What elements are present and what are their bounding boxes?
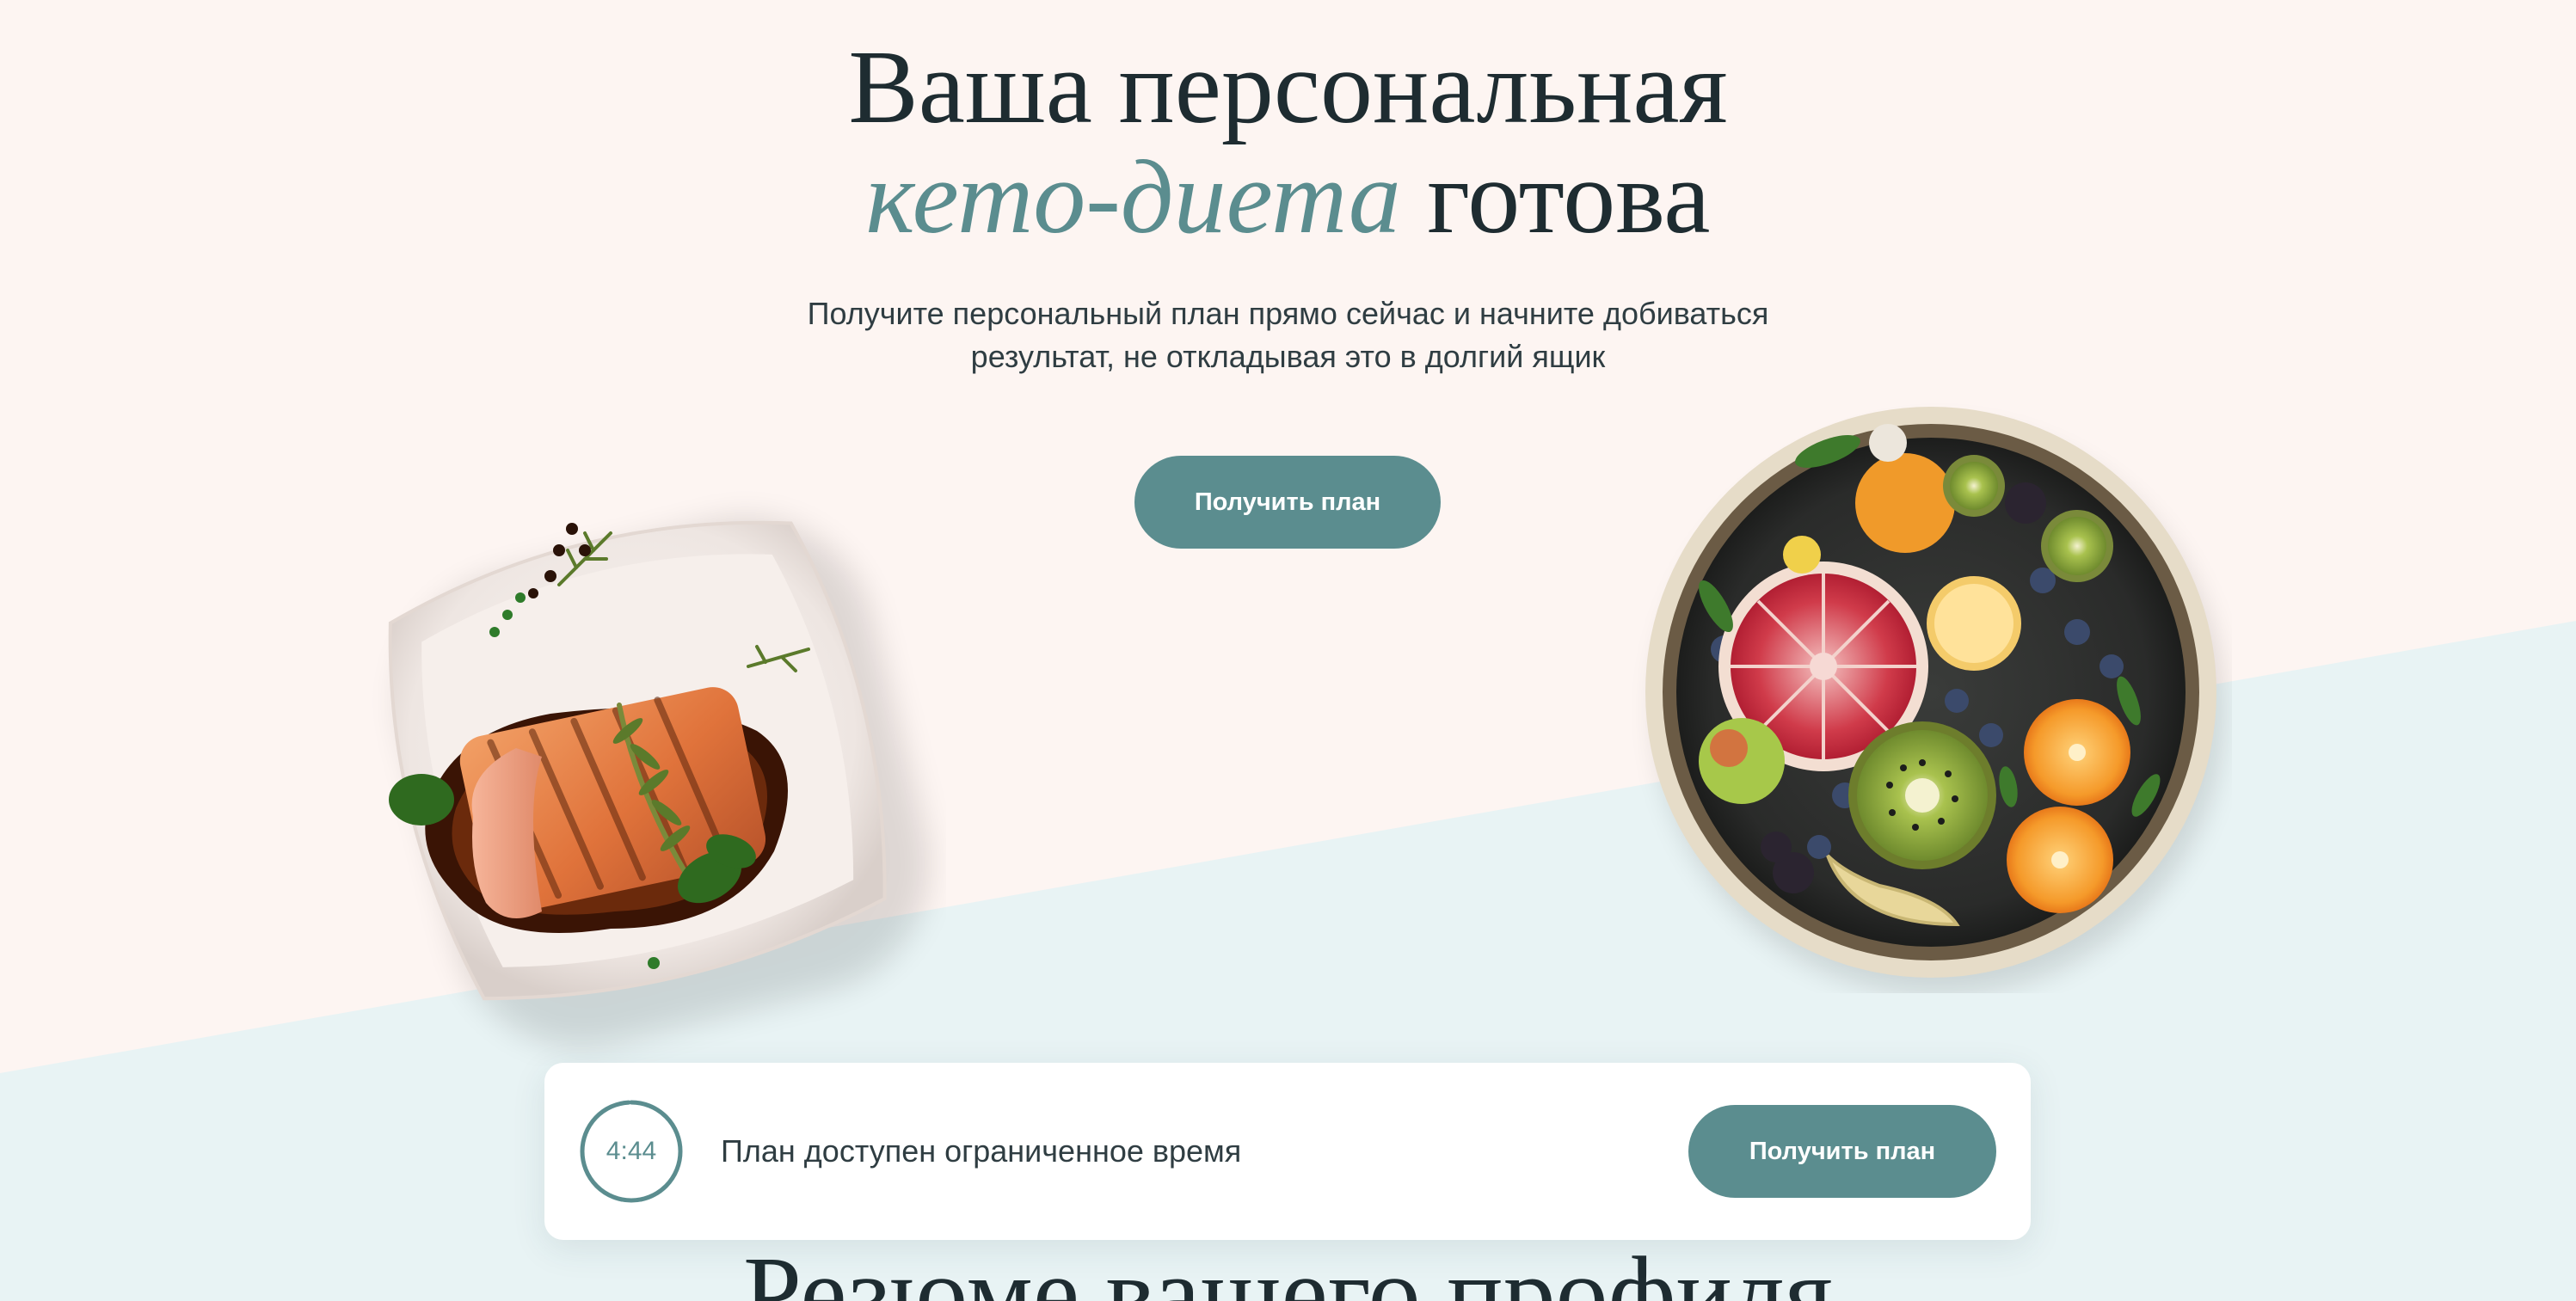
hero-title-accent: кето-диета <box>865 139 1401 255</box>
profile-summary-heading: Резюме вашего профиля <box>743 1236 1833 1301</box>
hero-title-rest: готова <box>1400 139 1711 255</box>
offer-get-plan-button[interactable]: Получить план <box>1688 1105 1996 1198</box>
hero-subtitle: Получите персональный план прямо сейчас … <box>0 292 2576 378</box>
get-plan-button[interactable]: Получить план <box>1134 456 1441 549</box>
hero-title: Ваша персональная кето-диета готова <box>0 33 2576 253</box>
countdown-timer: 4:44 <box>606 1137 657 1165</box>
hero-title-line-2: кето-диета готова <box>0 143 2576 253</box>
hero-title-line-1: Ваша персональная <box>848 29 1728 145</box>
hero-subtitle-line-2: результат, не откладывая это в долгий ящ… <box>970 339 1606 374</box>
salmon-plate-image <box>388 518 929 1047</box>
offer-message: План доступен ограниченное время <box>721 1133 1242 1169</box>
hero-subtitle-line-1: Получите персональный план прямо сейчас … <box>807 296 1769 331</box>
fruit-bowl-image <box>1645 407 2223 993</box>
limited-offer-bar: 4:44 План доступен ограниченное время По… <box>544 1063 2031 1240</box>
